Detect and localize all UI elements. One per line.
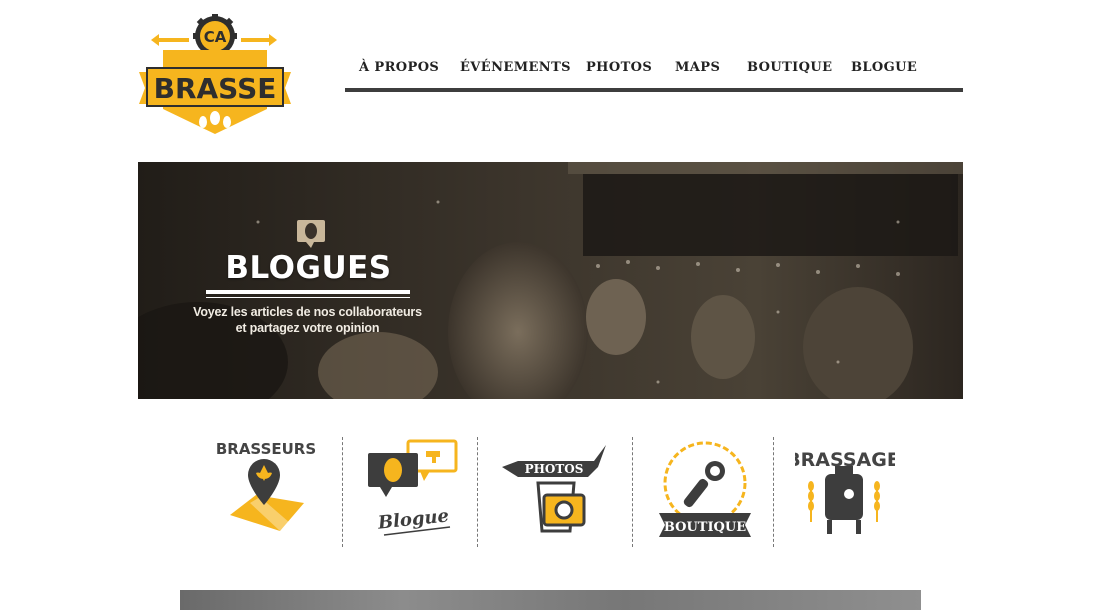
category-photos[interactable]: PHOTOS	[498, 437, 610, 537]
category-boutique[interactable]: BOUTIQUE	[655, 437, 755, 537]
category-divider	[773, 437, 774, 547]
nav-item-a-propos[interactable]: À PROPOS	[359, 60, 439, 75]
category-brasseurs[interactable]: BRASSEURS	[210, 437, 325, 537]
hero-title-underline-thin	[206, 297, 410, 298]
fermenter-tank-icon	[808, 466, 880, 534]
nav-item-boutique[interactable]: BOUTIQUE	[747, 60, 832, 75]
category-divider	[632, 437, 633, 547]
category-divider	[477, 437, 478, 547]
logo-brand-text: BRASSE	[154, 72, 277, 105]
hero-subtitle: Voyez les articles de nos collaborateurs…	[190, 304, 425, 336]
map-pin-fleur-de-lis-icon	[230, 459, 304, 531]
speech-bubbles-icon	[368, 439, 458, 497]
camera-beer-glass-icon	[502, 445, 606, 533]
category-blogue[interactable]: Blogue	[362, 437, 462, 542]
hop-speech-bubble-icon	[296, 219, 326, 249]
category-divider	[342, 437, 343, 547]
category-brassage[interactable]: BRASSAGE	[786, 442, 900, 542]
main-nav: À PROPOS ÉVÉNEMENTS PHOTOS MAPS BOUTIQUE…	[345, 50, 963, 92]
hero-title-underline	[206, 290, 410, 294]
nav-item-blogue[interactable]: BLOGUE	[851, 60, 917, 75]
site-logo[interactable]: CA BRASSE	[137, 14, 293, 138]
nav-item-evenements[interactable]: ÉVÉNEMENTS	[460, 60, 571, 75]
category-brasseurs-label: BRASSEURS	[216, 440, 316, 458]
footer-banner-strip	[180, 590, 921, 610]
category-blogue-label: Blogue	[376, 505, 450, 533]
nav-item-photos[interactable]: PHOTOS	[586, 60, 652, 75]
category-photos-label: PHOTOS	[525, 462, 584, 476]
nav-item-maps[interactable]: MAPS	[675, 60, 720, 75]
hero-subtitle-line-2: et partagez votre opinion	[235, 321, 380, 335]
logo-badge-text: CA	[204, 28, 227, 46]
category-boutique-label: BOUTIQUE	[664, 520, 746, 535]
hero-title: BLOGUES	[225, 250, 392, 286]
hero-subtitle-line-1: Voyez les articles de nos collaborateurs	[193, 305, 422, 319]
